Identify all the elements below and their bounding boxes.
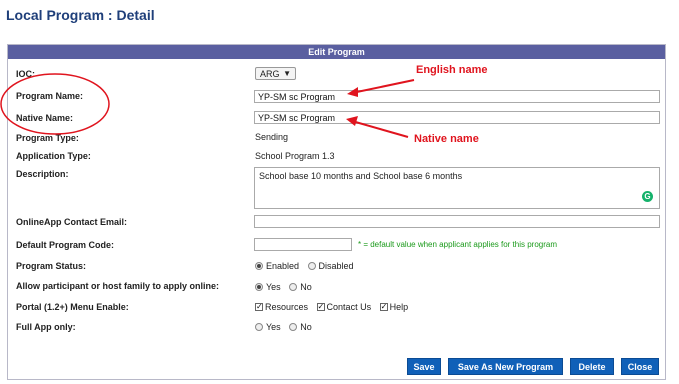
native-name-annotation: Native name	[414, 133, 479, 145]
annotation-overlay	[0, 73, 415, 138]
english-name-arrow	[351, 79, 415, 94]
native-name-arrowhead	[346, 116, 358, 126]
native-name-arrow	[351, 120, 409, 138]
english-name-annotation: English name	[416, 64, 488, 76]
annotation-ellipse	[0, 73, 110, 135]
english-name-arrowhead	[347, 87, 358, 97]
